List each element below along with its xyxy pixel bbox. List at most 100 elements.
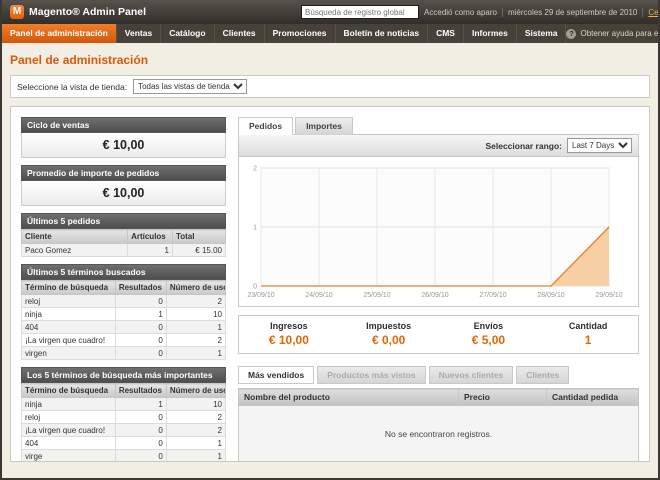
term-cell: ninja: [22, 308, 116, 321]
magento-logo-icon: M: [10, 5, 24, 19]
last-orders-table: Cliente Artículos Total Paco Gomez 1 € 1…: [21, 229, 226, 257]
results-cell: 0: [115, 424, 166, 437]
top-search-terms-title: Los 5 términos de búsqueda más important…: [21, 367, 226, 383]
stat-label: Cantidad: [538, 321, 638, 331]
tab-mas-vendidos[interactable]: Más vendidos: [238, 366, 314, 384]
uses-cell: 1: [166, 450, 225, 463]
orders-chart-container: 01223/09/1024/09/1025/09/1026/09/1027/09…: [238, 157, 639, 307]
stat-impuestos: Impuestos € 0,00: [339, 321, 439, 347]
svg-text:29/09/10: 29/09/10: [595, 292, 622, 299]
nav-item-sistema[interactable]: Sistema: [517, 24, 567, 43]
main-nav: Panel de administración Ventas Catálogo …: [2, 24, 658, 43]
stat-label: Ingresos: [239, 321, 339, 331]
table-row[interactable]: reloj 0 2: [22, 295, 226, 308]
page-help-link[interactable]: Obtener ayuda para esta página: [566, 24, 660, 43]
results-cell: 0: [115, 450, 166, 463]
svg-text:28/09/10: 28/09/10: [537, 292, 564, 299]
uses-cell: 2: [166, 411, 225, 424]
table-row[interactable]: virgen 0 1: [22, 347, 226, 360]
uses-cell: 1: [166, 437, 225, 450]
nav-item-clientes[interactable]: Clientes: [215, 24, 265, 43]
nav-item-catalogo[interactable]: Catálogo: [161, 24, 214, 43]
uses-cell: 2: [166, 334, 225, 347]
average-orders-title: Promedio de importe de pedidos: [21, 165, 226, 181]
stat-cantidad: Cantidad 1: [538, 321, 638, 347]
stat-value: € 10,00: [239, 333, 339, 347]
column-header: Total: [172, 230, 225, 244]
nav-item-ventas[interactable]: Ventas: [117, 24, 161, 43]
last-orders-panel: Últimos 5 pedidos Cliente Artículos Tota…: [21, 213, 226, 257]
table-row[interactable]: 404 0 1: [22, 437, 226, 450]
stat-value: € 0,00: [339, 333, 439, 347]
items-cell: 1: [128, 244, 173, 257]
svg-text:25/09/10: 25/09/10: [363, 292, 390, 299]
store-view-select[interactable]: Todas las vistas de tienda: [133, 79, 247, 94]
svg-text:26/09/10: 26/09/10: [421, 292, 448, 299]
tab-pedidos[interactable]: Pedidos: [238, 117, 293, 135]
stat-ingresos: Ingresos € 10,00: [239, 321, 339, 347]
tab-productos-mas-vistos[interactable]: Productos más vistos: [317, 366, 425, 384]
results-cell: 1: [115, 398, 166, 411]
table-row[interactable]: ¡La virgen que cuadro! 0 2: [22, 334, 226, 347]
table-row[interactable]: ¡La virgen que cuadro! 0 2: [22, 424, 226, 437]
stat-envios: Envíos € 5,00: [439, 321, 539, 347]
column-header: Cliente: [22, 230, 128, 244]
global-search-input[interactable]: [301, 5, 419, 19]
uses-cell: 1: [166, 321, 225, 334]
results-cell: 0: [115, 295, 166, 308]
column-header: Artículos: [128, 230, 173, 244]
stat-value: 1: [538, 333, 638, 347]
range-select[interactable]: Last 7 Days: [567, 138, 632, 153]
average-orders-panel: Promedio de importe de pedidos € 10,00: [21, 165, 226, 206]
table-row[interactable]: virge 0 1: [22, 450, 226, 463]
column-header: Término de búsqueda: [22, 384, 116, 398]
total-cell: € 15.00: [172, 244, 225, 257]
dashboard-panel: Ciclo de ventas € 10,00 Promedio de impo…: [10, 106, 650, 462]
column-header: Precio: [459, 389, 547, 406]
nav-item-boletin[interactable]: Boletín de noticias: [336, 24, 429, 43]
uses-cell: 10: [166, 308, 225, 321]
page-help-label: Obtener ayuda para esta página: [580, 29, 660, 38]
nav-item-cms[interactable]: CMS: [428, 24, 464, 43]
last-orders-title: Últimos 5 pedidos: [21, 213, 226, 229]
svg-text:1: 1: [253, 225, 257, 232]
svg-text:23/09/10: 23/09/10: [247, 292, 274, 299]
term-cell: ¡La virgen que cuadro!: [22, 334, 116, 347]
empty-records-message: No se encontraron registros.: [238, 406, 639, 462]
last-search-terms-table: Término de búsqueda Resultados Número de…: [21, 280, 226, 360]
table-row[interactable]: Paco Gomez 1 € 15.00: [22, 244, 226, 257]
svg-text:24/09/10: 24/09/10: [305, 292, 332, 299]
term-cell: ¡La virgen que cuadro!: [22, 424, 116, 437]
column-header: Resultados: [115, 281, 166, 295]
table-row[interactable]: reloj 0 2: [22, 411, 226, 424]
svg-text:2: 2: [253, 166, 257, 173]
tab-importes[interactable]: Importes: [295, 117, 353, 135]
nav-item-dashboard[interactable]: Panel de administración: [2, 24, 117, 43]
results-cell: 0: [115, 334, 166, 347]
dashboard-sidebar: Ciclo de ventas € 10,00 Promedio de impo…: [21, 117, 226, 451]
table-row[interactable]: ninja 1 10: [22, 308, 226, 321]
term-cell: reloj: [22, 411, 116, 424]
help-icon: [566, 29, 576, 39]
term-cell: reloj: [22, 295, 116, 308]
brand-title: Magento® Admin Panel: [29, 6, 146, 18]
average-orders-value: € 10,00: [21, 181, 226, 206]
totals-bar: Ingresos € 10,00 Impuestos € 0,00 Envíos…: [238, 315, 639, 354]
lifetime-sales-value: € 10,00: [21, 133, 226, 158]
table-row[interactable]: 404 0 1: [22, 321, 226, 334]
tab-nuevos-clientes[interactable]: Nuevos clientes: [429, 366, 514, 384]
term-cell: 404: [22, 437, 116, 450]
logout-link[interactable]: Cerrar Sesión: [648, 8, 660, 17]
nav-item-promociones[interactable]: Promociones: [265, 24, 336, 43]
results-cell: 0: [115, 411, 166, 424]
svg-text:27/09/10: 27/09/10: [479, 292, 506, 299]
term-cell: virgen: [22, 347, 116, 360]
uses-cell: 2: [166, 424, 225, 437]
product-tabs: Más vendidos Productos más vistos Nuevos…: [238, 366, 639, 384]
magento-admin-window: M Magento® Admin Panel Accedió como apar…: [0, 0, 660, 480]
last-search-terms-panel: Últimos 5 términos buscados Término de b…: [21, 264, 226, 360]
header-user-area: Accedió como aparo miércoles 29 de septi…: [419, 8, 660, 17]
tab-clientes[interactable]: Clientes: [516, 366, 569, 384]
nav-item-informes[interactable]: Informes: [464, 24, 517, 43]
table-row[interactable]: ninja 1 10: [22, 398, 226, 411]
